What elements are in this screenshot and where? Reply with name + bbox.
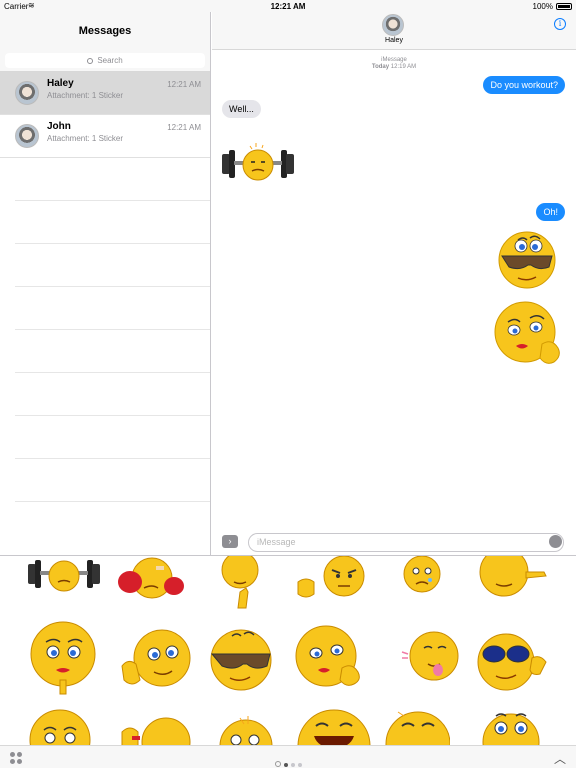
- chevron-up-icon[interactable]: ︿: [554, 750, 566, 767]
- empty-row: [15, 416, 210, 459]
- empty-row: [15, 373, 210, 416]
- sticker-drawer: [0, 555, 576, 745]
- conversation-name: Haley: [47, 78, 74, 89]
- barbell-emoji-sticker[interactable]: [26, 556, 102, 596]
- avatar: [15, 81, 39, 105]
- battery-icon: [556, 3, 572, 10]
- timestamp-time: 12:19 AM: [390, 64, 417, 70]
- messages-app: Carrier ≋ 12:21 AM 100% Messages Search …: [0, 0, 576, 768]
- contact-name[interactable]: Haley: [212, 37, 576, 44]
- empty-row: [15, 287, 210, 330]
- worried-emoji-sticker[interactable]: [400, 556, 444, 596]
- sunglasses-emoji-sticker[interactable]: [206, 622, 276, 692]
- empty-row: [15, 459, 210, 502]
- search-bar: Search: [0, 50, 210, 72]
- conversation-item-haley[interactable]: Haley Attachment: 1 Sticker 12:21 AM: [0, 72, 210, 115]
- page-indicator[interactable]: [275, 754, 305, 768]
- search-placeholder: Search: [97, 56, 123, 65]
- message-bubble-outgoing[interactable]: Do you workout?: [483, 76, 565, 94]
- shocked-emoji-sticker[interactable]: [478, 706, 544, 745]
- contact-avatar[interactable]: [382, 14, 404, 36]
- blue-glasses-emoji-sticker[interactable]: [470, 628, 552, 694]
- pointing-up-emoji-sticker[interactable]: [212, 712, 278, 745]
- conversation-preview: Attachment: 1 Sticker: [47, 134, 124, 143]
- lipstick-thinking-emoji-sticker[interactable]: [28, 618, 98, 698]
- service-label: iMessage: [381, 57, 407, 63]
- wave-emoji-sticker[interactable]: [118, 712, 192, 745]
- empty-row: [15, 158, 210, 201]
- timestamp-day: Today: [371, 64, 390, 70]
- info-icon[interactable]: i: [554, 18, 566, 30]
- conversation-time: 12:21 AM: [167, 123, 201, 132]
- conversation-preview: Attachment: 1 Sticker: [47, 91, 124, 100]
- conversation-name: John: [47, 121, 71, 132]
- empty-row: [15, 330, 210, 373]
- search-input[interactable]: Search: [5, 53, 205, 68]
- conversation-time: 12:21 AM: [167, 80, 201, 89]
- barbell-lifter-sticker[interactable]: [220, 140, 296, 186]
- message-bubble-incoming[interactable]: Well...: [222, 100, 261, 118]
- status-time: 12:21 AM: [270, 2, 306, 11]
- search-icon: [87, 58, 94, 64]
- thumbs-up-emoji-sticker[interactable]: [210, 556, 270, 614]
- angry-thumbs-emoji-sticker[interactable]: [292, 556, 372, 602]
- empty-row: [15, 201, 210, 244]
- page-dot: [291, 763, 295, 767]
- page-dot-active: [284, 763, 288, 767]
- grinning-emoji-sticker[interactable]: [384, 706, 450, 745]
- flirty-lipstick-sticker[interactable]: [492, 300, 568, 370]
- avatar: [15, 124, 39, 148]
- pointing-emoji-sticker[interactable]: [470, 556, 550, 602]
- page-dot: [298, 763, 302, 767]
- app-store-toggle-button[interactable]: ›: [222, 535, 238, 548]
- status-bar: Carrier ≋ 12:21 AM 100%: [0, 0, 576, 12]
- pointing-finger-emoji-sticker[interactable]: [26, 706, 96, 745]
- recents-icon: [275, 761, 281, 767]
- message-composer: › iMessage: [212, 530, 576, 555]
- app-drawer-bar: ︿: [0, 745, 576, 768]
- battery-percent: 100%: [532, 2, 553, 11]
- microphone-icon[interactable]: [549, 535, 562, 548]
- app-grid-icon[interactable]: [10, 752, 22, 764]
- empty-row: [15, 244, 210, 287]
- message-bubble-outgoing[interactable]: Oh!: [536, 203, 565, 221]
- laughing-emoji-sticker[interactable]: [294, 706, 374, 745]
- chat-header: Haley i: [212, 12, 576, 50]
- conversation-sidebar: Messages Search Haley Attachment: 1 Stic…: [0, 12, 211, 555]
- chat-pane: Haley i iMessage Today 12:19 AM Do you w…: [212, 12, 576, 555]
- tongue-out-emoji-sticker[interactable]: [398, 628, 462, 684]
- conversation-item-john[interactable]: John Attachment: 1 Sticker 12:21 AM: [0, 115, 210, 158]
- sunglasses-sticker[interactable]: [494, 226, 560, 292]
- ok-hand-emoji-sticker[interactable]: [114, 626, 194, 694]
- message-input[interactable]: iMessage: [248, 533, 564, 552]
- boxing-emoji-sticker[interactable]: [116, 556, 186, 606]
- sidebar-title: Messages: [0, 12, 210, 50]
- conversation-meta: iMessage Today 12:19 AM: [212, 57, 576, 71]
- flirty-lipstick-emoji-sticker[interactable]: [294, 622, 368, 688]
